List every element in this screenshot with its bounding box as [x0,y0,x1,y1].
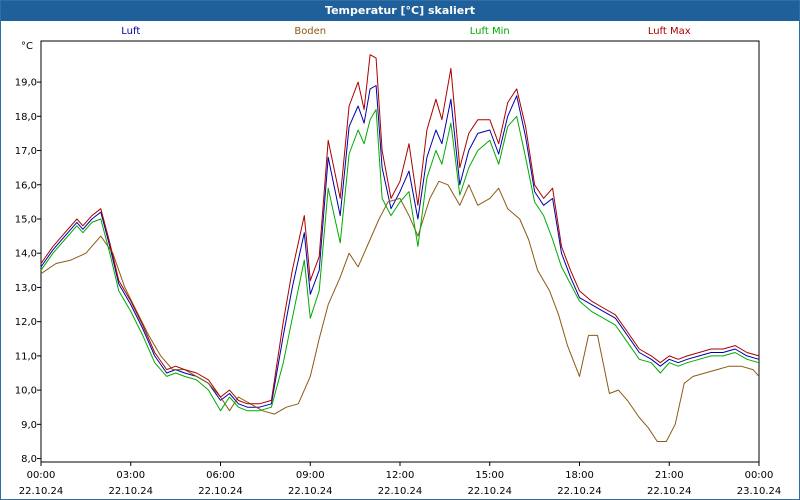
y-tick-label: 17,0 [15,146,37,157]
x-tick-date: 22.10.24 [557,486,602,497]
x-tick-date: 22.10.24 [378,486,423,497]
x-axis-ticks: 00:00 22.10.24 03:00 22.10.24 06:00 22.10.24 0… [19,470,782,497]
x-tick-date: 22.10.24 [647,486,692,497]
x-tick-time: 21:00 [655,470,684,481]
x-tick-time: 09:00 [296,470,325,481]
x-tick-date: 22.10.24 [19,486,64,497]
x-tick-time: 15:00 [475,470,504,481]
y-tick-label: 14,0 [15,249,37,260]
temperature-chart: Luft Boden Luft Min Luft Max 8,0 9,0 10,0 11,0… [15,26,782,497]
legend-item-luft: Luft [121,26,140,37]
x-tick-date: 23.10.24 [737,486,782,497]
y-tick-label: 8,0 [21,454,37,465]
x-tick-date: 22.10.24 [467,486,512,497]
legend-item-boden: Boden [294,26,326,37]
chart-window: Temperatur [°C] skaliert Luft Boden Luft M… [0,0,800,500]
legend: Luft Boden Luft Min Luft Max [121,26,691,37]
x-tick-time: 00:00 [745,470,774,481]
y-tick-label: 9,0 [21,420,37,431]
y-tick-label: 16,0 [15,180,37,191]
x-tick-date: 22.10.24 [198,486,243,497]
x-tick-date: 22.10.24 [108,486,153,497]
y-axis-ticks: 8,0 9,0 10,0 11,0 12,0 13,0 14,0 15,0 16,0 17,0 18… [15,41,37,465]
y-tick-label: 19,0 [15,78,37,89]
x-tick-date: 22.10.24 [288,486,333,497]
x-tick-time: 06:00 [206,470,235,481]
x-tick-time: 18:00 [565,470,594,481]
y-tick-label: 11,0 [15,351,37,362]
x-tick-time: 00:00 [27,470,56,481]
legend-item-luft-min: Luft Min [470,26,510,37]
legend-item-luft-max: Luft Max [648,26,691,37]
y-tick-label: 15,0 [15,214,37,225]
x-tick-time: 03:00 [116,470,145,481]
plot-frame [40,40,760,463]
x-tick-time: 12:00 [386,470,415,481]
y-tick-label: 18,0 [15,112,37,123]
y-tick-label: 10,0 [15,386,37,397]
y-tick-label: 13,0 [15,283,37,294]
axes [37,40,760,466]
y-tick-label: 12,0 [15,317,37,328]
y-axis-label: °C [21,41,33,52]
